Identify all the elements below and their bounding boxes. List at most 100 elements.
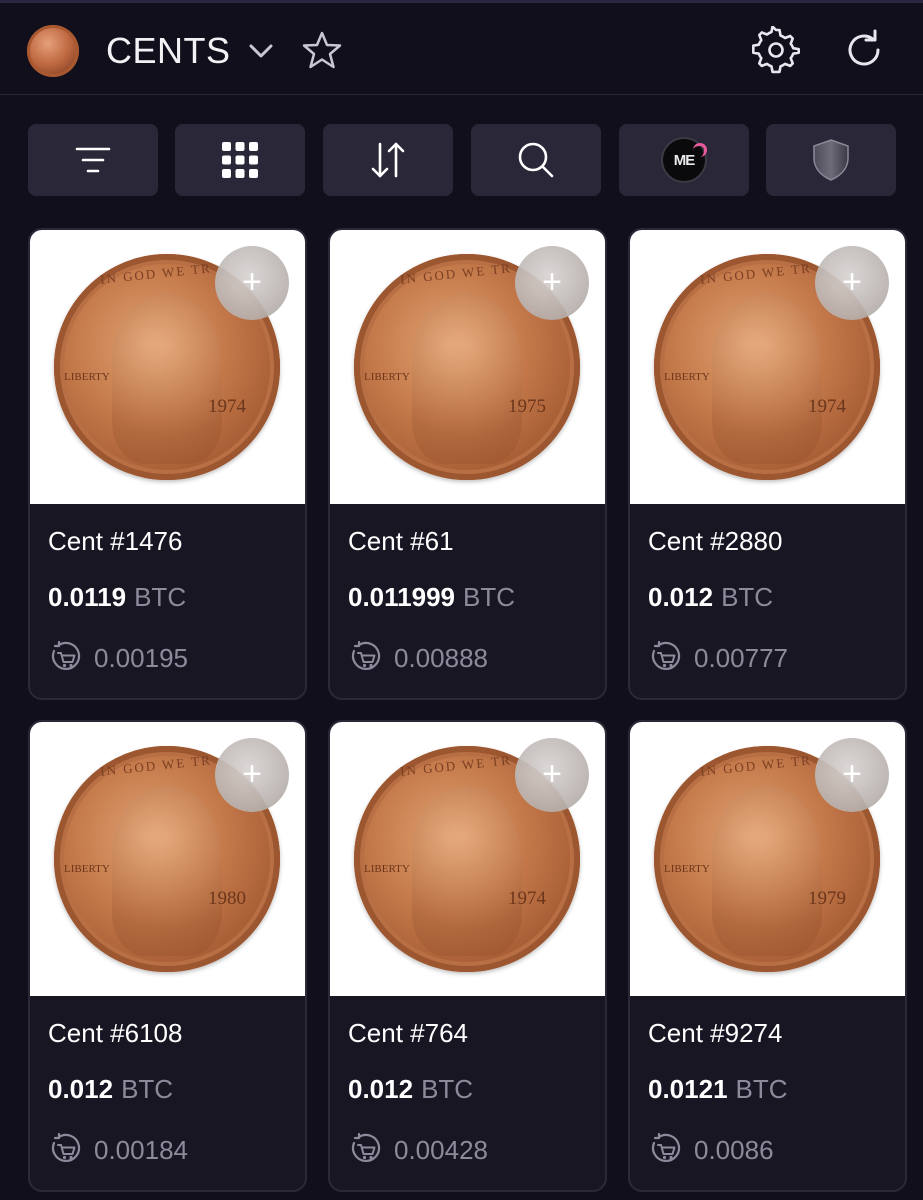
lincoln-bust: [412, 294, 522, 464]
magic-eden-text: ME: [673, 151, 695, 169]
item-price: 0.012 BTC: [648, 582, 773, 613]
coin-motto: IN GOD WE TR: [399, 260, 513, 287]
price-value: 0.012: [48, 1074, 114, 1104]
search-icon: [518, 142, 554, 178]
star-icon[interactable]: [302, 30, 342, 70]
coin-year: 1974: [808, 396, 846, 417]
top-divider: [0, 0, 923, 3]
nft-card[interactable]: IN GOD WE TR LIBERTY 1974 + Cent #764 0.012 BT…: [328, 720, 607, 1192]
nft-card[interactable]: IN GOD WE TR LIBERTY 1974 + Cent #2880 0.012 B…: [628, 228, 907, 700]
coin-image[interactable]: IN GOD WE TR LIBERTY 1980 +: [30, 722, 305, 996]
plus-icon: +: [542, 755, 562, 793]
plus-icon: +: [842, 263, 862, 301]
refresh-icon[interactable]: [840, 26, 888, 74]
add-to-cart-button[interactable]: +: [215, 738, 289, 812]
plus-icon: +: [242, 755, 262, 793]
nft-card[interactable]: IN GOD WE TR LIBERTY 1974 + Cent #1476 0.0119…: [28, 228, 307, 700]
price-unit: BTC: [121, 1074, 174, 1104]
last-sale-cart-icon: [51, 1133, 81, 1162]
price-unit: BTC: [134, 582, 187, 612]
plus-icon: +: [242, 263, 262, 301]
magic-eden-button[interactable]: ME: [619, 124, 749, 196]
price-unit: BTC: [463, 582, 516, 612]
item-price: 0.0121 BTC: [648, 1074, 788, 1105]
verified-button[interactable]: [766, 124, 896, 196]
plus-icon: +: [542, 263, 562, 301]
coin-motto: IN GOD WE TR: [399, 752, 513, 779]
last-sale-cart-icon: [651, 1133, 681, 1162]
coin-image[interactable]: IN GOD WE TR LIBERTY 1974 +: [330, 722, 605, 996]
filter-button[interactable]: [28, 124, 158, 196]
price-value: 0.0119: [48, 582, 127, 612]
coin-liberty: LIBERTY: [64, 863, 110, 875]
add-to-cart-button[interactable]: +: [515, 246, 589, 320]
coin-image[interactable]: IN GOD WE TR LIBERTY 1974 +: [630, 230, 905, 504]
coin-liberty: LIBERTY: [664, 371, 710, 383]
sort-icon: [371, 142, 405, 178]
price-unit: BTC: [735, 1074, 788, 1104]
shield-icon: [813, 139, 849, 181]
coin-liberty: LIBERTY: [64, 371, 110, 383]
last-sale: 0.00184: [48, 1132, 188, 1168]
last-sale: 0.00777: [648, 640, 788, 676]
coin-liberty: LIBERTY: [364, 863, 410, 875]
last-sale: 0.00195: [48, 640, 188, 676]
item-price: 0.012 BTC: [48, 1074, 173, 1105]
nft-card[interactable]: IN GOD WE TR LIBERTY 1975 + Cent #61 0.011999…: [328, 228, 607, 700]
last-sale: 0.0086: [648, 1132, 774, 1168]
last-sale-value: 0.00184: [94, 1134, 188, 1165]
search-button[interactable]: [471, 124, 601, 196]
add-to-cart-button[interactable]: +: [515, 738, 589, 812]
sort-button[interactable]: [323, 124, 453, 196]
lincoln-bust: [712, 294, 822, 464]
coin-motto: IN GOD WE TR: [99, 752, 213, 779]
item-name: Cent #1476: [48, 526, 183, 556]
last-sale-cart-icon: [51, 641, 81, 670]
item-name: Cent #6108: [48, 1018, 183, 1048]
add-to-cart-button[interactable]: +: [815, 246, 889, 320]
add-to-cart-button[interactable]: +: [815, 738, 889, 812]
filter-icon: [75, 147, 111, 173]
last-sale: 0.00888: [348, 640, 488, 676]
collection-logo[interactable]: [27, 25, 79, 77]
nft-card[interactable]: IN GOD WE TR LIBERTY 1980 + Cent #6108 0.012 B…: [28, 720, 307, 1192]
last-sale-value: 0.00888: [394, 642, 488, 673]
coin-motto: IN GOD WE TR: [699, 752, 813, 779]
collection-title[interactable]: CENTS: [106, 30, 231, 72]
coin-year: 1974: [208, 396, 246, 417]
plus-icon: +: [842, 755, 862, 793]
lincoln-bust: [112, 294, 222, 464]
gear-icon[interactable]: [752, 26, 800, 74]
coin-year: 1975: [508, 396, 546, 417]
last-sale-cart-icon: [351, 1133, 381, 1162]
price-unit: BTC: [721, 582, 774, 612]
coin-motto: IN GOD WE TR: [99, 260, 213, 287]
price-unit: BTC: [421, 1074, 474, 1104]
coin-image[interactable]: IN GOD WE TR LIBERTY 1979 +: [630, 722, 905, 996]
top-bar: CENTS: [0, 0, 923, 95]
nft-card[interactable]: IN GOD WE TR LIBERTY 1979 + Cent #9274 0.0121…: [628, 720, 907, 1192]
item-price: 0.0119 BTC: [48, 582, 186, 613]
accent-arc: [693, 143, 707, 157]
last-sale-value: 0.00195: [94, 642, 188, 673]
coin-image[interactable]: IN GOD WE TR LIBERTY 1974 +: [30, 230, 305, 504]
item-name: Cent #2880: [648, 526, 783, 556]
item-name: Cent #9274: [648, 1018, 783, 1048]
last-sale-cart-icon: [651, 641, 681, 670]
grid-view-button[interactable]: [175, 124, 305, 196]
item-price: 0.011999 BTC: [348, 582, 515, 613]
coin-liberty: LIBERTY: [664, 863, 710, 875]
price-value: 0.012: [348, 1074, 414, 1104]
magic-eden-icon: ME: [661, 137, 707, 183]
price-value: 0.012: [648, 582, 714, 612]
coin-year: 1979: [808, 888, 846, 909]
chevron-down-icon[interactable]: [246, 36, 276, 66]
lincoln-bust: [412, 786, 522, 956]
add-to-cart-button[interactable]: +: [215, 246, 289, 320]
item-name: Cent #61: [348, 526, 454, 556]
last-sale-value: 0.0086: [694, 1134, 774, 1165]
coin-motto: IN GOD WE TR: [699, 260, 813, 287]
price-value: 0.011999: [348, 582, 456, 612]
coin-image[interactable]: IN GOD WE TR LIBERTY 1975 +: [330, 230, 605, 504]
last-sale-cart-icon: [351, 641, 381, 670]
